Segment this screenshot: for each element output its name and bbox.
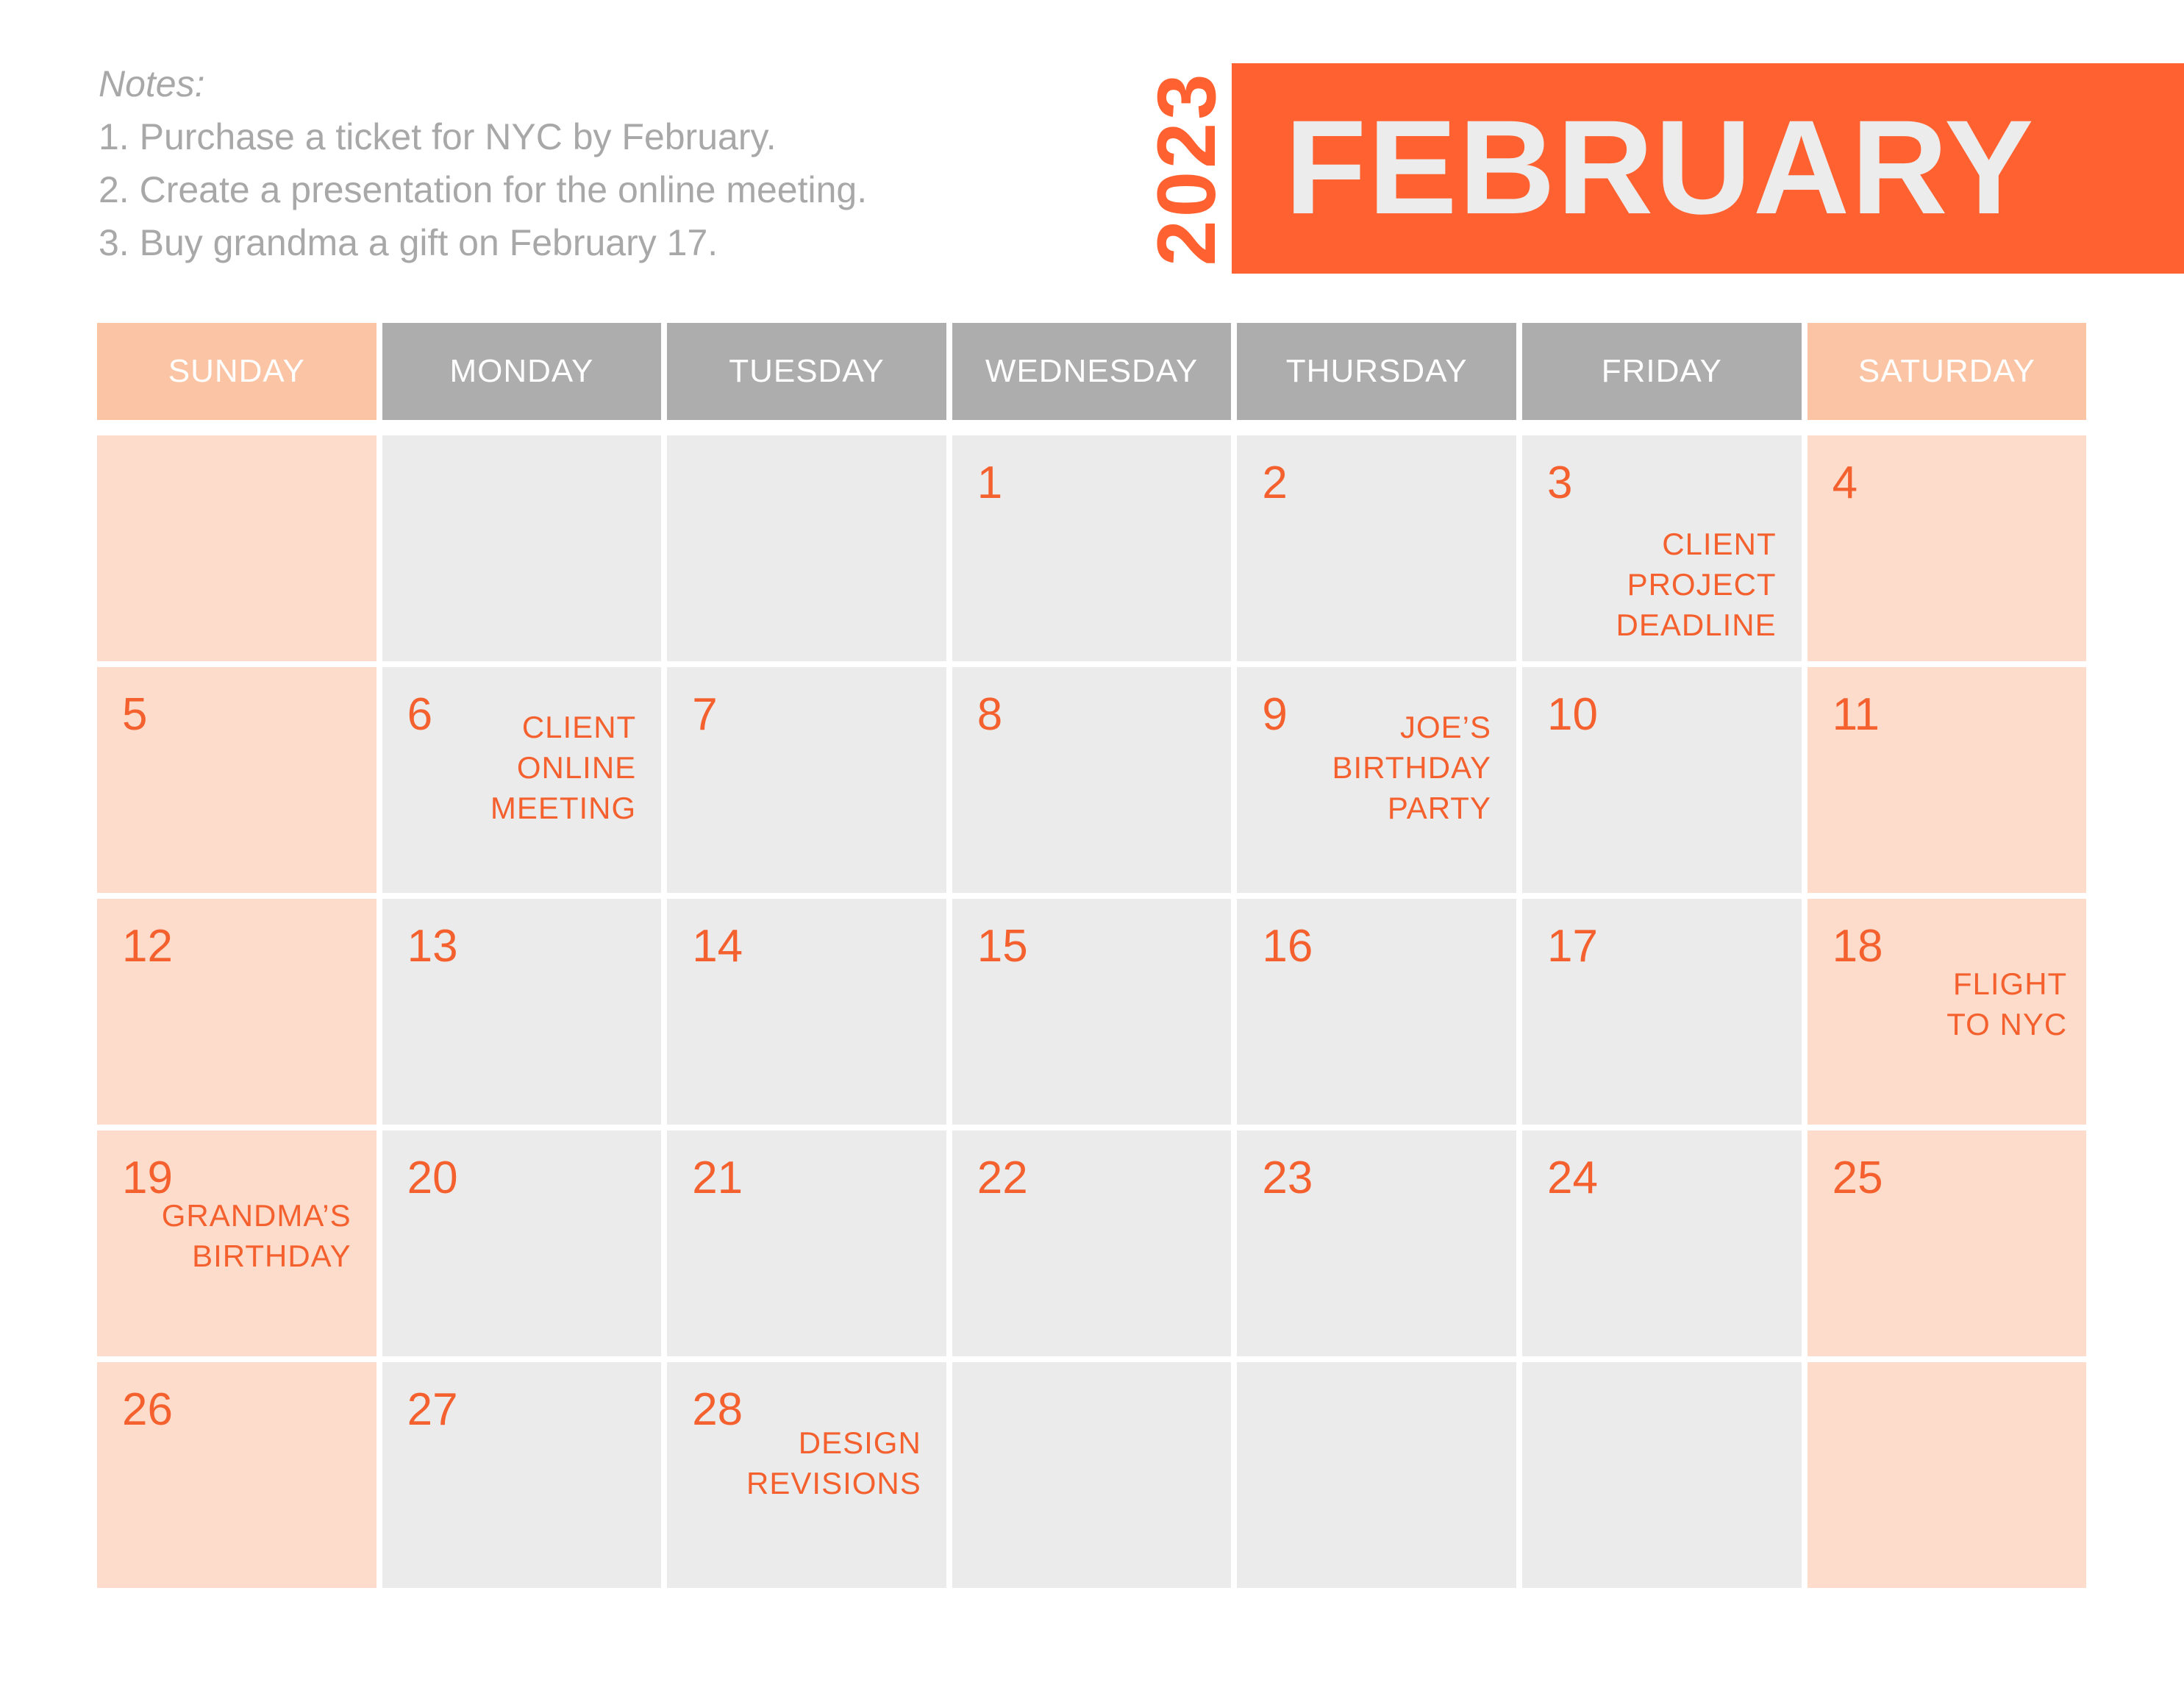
year-label-container: 2023 [1141, 63, 1232, 274]
weekday-header-saturday: SATURDAY [1807, 323, 2087, 420]
day-number: 27 [407, 1384, 458, 1435]
day-cell-7[interactable]: 7 [667, 667, 946, 893]
day-cell-26[interactable]: 26 [97, 1362, 377, 1588]
day-cell-14[interactable]: 14 [667, 899, 946, 1125]
day-number: 28 [692, 1384, 743, 1435]
day-number: 23 [1262, 1153, 1313, 1203]
event-label: DESIGN REVISIONS [746, 1425, 921, 1500]
day-number: 26 [122, 1384, 173, 1435]
event-label: JOE’S BIRTHDAY PARTY [1332, 710, 1491, 825]
day-cell-8[interactable]: 8 [952, 667, 1232, 893]
empty-day-cell[interactable] [97, 435, 377, 661]
month-title: FEBRUARY [1285, 92, 2035, 242]
day-cell-16[interactable]: 16 [1237, 899, 1516, 1125]
day-cell-9[interactable]: 9 JOE’S BIRTHDAY PARTY [1237, 667, 1516, 893]
day-cell-20[interactable]: 20 [382, 1130, 662, 1356]
weekday-header-thursday: THURSDAY [1237, 323, 1516, 420]
day-number: 18 [1832, 921, 1883, 972]
empty-day-cell[interactable] [382, 435, 662, 661]
day-cell-22[interactable]: 22 [952, 1130, 1232, 1356]
empty-day-cell[interactable] [1522, 1362, 1802, 1588]
day-cell-21[interactable]: 21 [667, 1130, 946, 1356]
day-number: 12 [122, 921, 173, 972]
day-cell-12[interactable]: 12 [97, 899, 377, 1125]
note-item: 3. Buy grandma a gift on February 17. [99, 222, 718, 263]
day-cell-25[interactable]: 25 [1807, 1130, 2087, 1356]
day-cell-23[interactable]: 23 [1237, 1130, 1516, 1356]
weekday-header-wednesday: WEDNESDAY [952, 323, 1232, 420]
day-cell-3[interactable]: 3 CLIENT PROJECT DEADLINE [1522, 435, 1802, 661]
day-cell-5[interactable]: 5 [97, 667, 377, 893]
weekday-header-tuesday: TUESDAY [667, 323, 946, 420]
day-cell-19[interactable]: 19 GRANDMA’S BIRTHDAY [97, 1130, 377, 1356]
empty-day-cell[interactable] [952, 1362, 1232, 1588]
day-number: 16 [1262, 921, 1313, 972]
day-cell-13[interactable]: 13 [382, 899, 662, 1125]
day-cell-24[interactable]: 24 [1522, 1130, 1802, 1356]
day-cell-4[interactable]: 4 [1807, 435, 2087, 661]
day-number: 14 [692, 921, 743, 972]
day-number: 22 [977, 1153, 1028, 1203]
day-number: 10 [1547, 689, 1598, 740]
event-label: CLIENT PROJECT DEADLINE [1616, 527, 1777, 642]
day-number: 20 [407, 1153, 458, 1203]
day-number: 2 [1262, 457, 1288, 508]
day-number: 11 [1832, 689, 1880, 740]
day-number: 8 [977, 689, 1003, 740]
day-cell-6[interactable]: 6 CLIENT ONLINE MEETING [382, 667, 662, 893]
year-label: 2023 [1141, 71, 1232, 266]
day-cell-10[interactable]: 10 [1522, 667, 1802, 893]
day-number: 17 [1547, 921, 1598, 972]
notes-title: Notes: [99, 63, 205, 104]
day-number: 15 [977, 921, 1028, 972]
weekday-header-sunday: SUNDAY [97, 323, 377, 420]
day-cell-2[interactable]: 2 [1237, 435, 1516, 661]
day-number: 1 [977, 457, 1003, 508]
empty-day-cell[interactable] [1237, 1362, 1516, 1588]
day-cell-18[interactable]: 18 FLIGHT TO NYC [1807, 899, 2087, 1125]
note-item: 1. Purchase a ticket for NYC by February… [99, 116, 777, 157]
day-cell-11[interactable]: 11 [1807, 667, 2087, 893]
day-cell-27[interactable]: 27 [382, 1362, 662, 1588]
day-number: 19 [122, 1153, 173, 1203]
weekday-header-monday: MONDAY [382, 323, 662, 420]
weekday-header-friday: FRIDAY [1522, 323, 1802, 420]
day-number: 9 [1262, 689, 1288, 740]
day-cell-15[interactable]: 15 [952, 899, 1232, 1125]
month-banner: FEBRUARY [1232, 63, 2184, 274]
note-item: 2. Create a presentation for the online … [99, 169, 868, 210]
event-label: GRANDMA’S BIRTHDAY [161, 1198, 351, 1273]
day-number: 3 [1547, 457, 1573, 508]
empty-day-cell[interactable] [667, 435, 946, 661]
day-cell-17[interactable]: 17 [1522, 899, 1802, 1125]
day-number: 25 [1832, 1153, 1883, 1203]
event-label: CLIENT ONLINE MEETING [490, 710, 637, 825]
day-cell-1[interactable]: 1 [952, 435, 1232, 661]
notes-section: Notes: 1. Purchase a ticket for NYC by F… [99, 57, 867, 269]
day-number: 13 [407, 921, 458, 972]
day-number: 7 [692, 689, 718, 740]
day-number: 5 [122, 689, 148, 740]
event-label: FLIGHT TO NYC [1946, 966, 2068, 1041]
day-number: 6 [407, 689, 433, 740]
day-number: 4 [1832, 457, 1858, 508]
empty-day-cell[interactable] [1807, 1362, 2087, 1588]
day-number: 24 [1547, 1153, 1598, 1203]
day-number: 21 [692, 1153, 743, 1203]
day-cell-28[interactable]: 28 DESIGN REVISIONS [667, 1362, 946, 1588]
